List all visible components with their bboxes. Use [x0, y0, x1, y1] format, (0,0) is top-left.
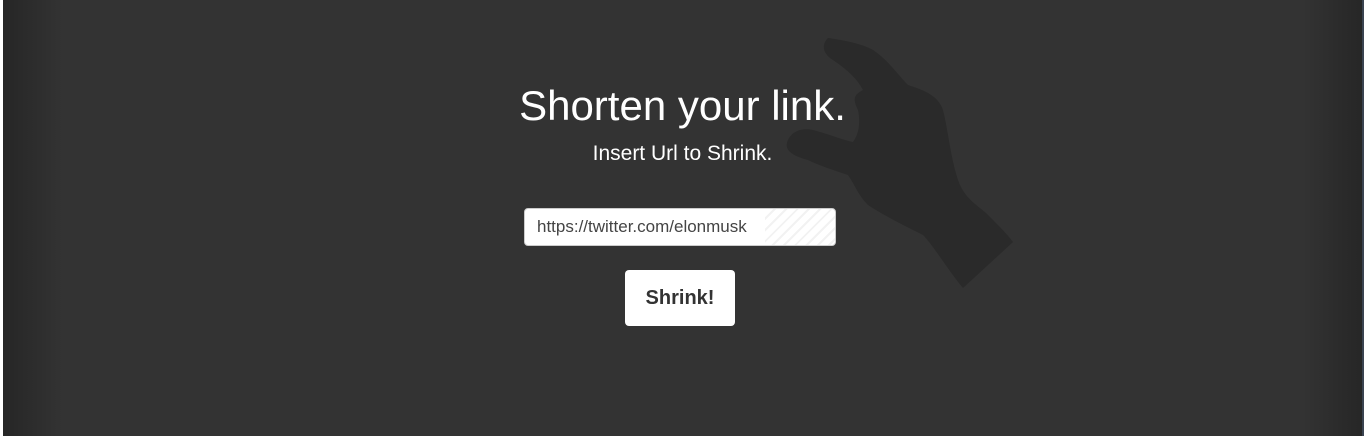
page-subtitle: Insert Url to Shrink.: [592, 142, 773, 165]
right-edge-divider: [1362, 0, 1364, 436]
page-title: Shorten your link.: [519, 82, 846, 129]
url-input[interactable]: [524, 208, 836, 246]
shrink-button[interactable]: Shrink!: [625, 270, 735, 326]
shortener-panel: Shorten your link. Insert Url to Shrink.…: [3, 0, 1362, 436]
hero-section: Shorten your link. Insert Url to Shrink.…: [3, 0, 1362, 436]
